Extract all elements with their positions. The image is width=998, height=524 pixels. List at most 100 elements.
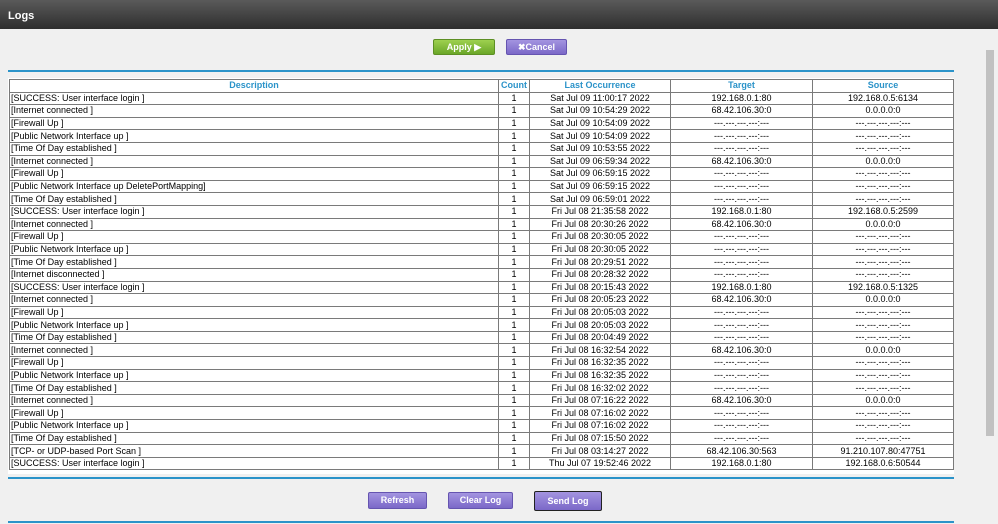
cell-last-occurrence: Fri Jul 08 20:05:03 2022 xyxy=(529,318,671,332)
cell-last-occurrence: Fri Jul 08 20:29:51 2022 xyxy=(529,255,671,269)
table-row: [Time Of Day established ] 1 Fri Jul 08 07… xyxy=(9,431,954,446)
table-row: [Public Network Interface up ] 1 Sat Jul 0… xyxy=(9,129,954,143)
table-row: [Internet disconnected ] 1 Fri Jul 08 20:2… xyxy=(9,267,954,282)
cell-target: 192.168.0.1:80 xyxy=(670,280,813,295)
cell-source: ---.---.---.---:--- xyxy=(812,431,954,446)
cell-source: ---.---.---.---:--- xyxy=(812,330,954,345)
table-row: [TCP- or UDP-based Port Scan ] 1 Fri Jul 0… xyxy=(9,444,954,458)
cell-source: 0.0.0.0:0 xyxy=(812,154,954,169)
cell-target: ---.---.---.---:--- xyxy=(670,356,813,370)
cell-target: 68.42.106.30:563 xyxy=(670,444,813,458)
cell-count: 1 xyxy=(498,381,530,395)
window-title-bar: Logs xyxy=(0,0,998,29)
cell-description: [Internet connected ] xyxy=(9,104,499,118)
table-row: [Public Network Interface up ] 1 Fri Jul 0… xyxy=(9,318,954,332)
cell-source: ---.---.---.---:--- xyxy=(812,305,954,320)
cell-last-occurrence: Fri Jul 08 20:28:32 2022 xyxy=(529,267,671,282)
cell-target: ---.---.---.---:--- xyxy=(670,255,813,269)
column-header-last-occurrence: Last Occurrence xyxy=(529,79,671,93)
cell-source: ---.---.---.---:--- xyxy=(812,179,954,194)
logs-panel: Apply ▶ ✖Cancel Description Count Last O… xyxy=(0,29,998,524)
cell-source: 0.0.0.0:0 xyxy=(812,104,954,118)
cell-last-occurrence: Fri Jul 08 16:32:35 2022 xyxy=(529,368,671,383)
cell-description: [Time Of Day established ] xyxy=(9,431,499,446)
cell-target: ---.---.---.---:--- xyxy=(670,167,813,181)
cell-last-occurrence: Sat Jul 09 06:59:01 2022 xyxy=(529,192,671,206)
cell-last-occurrence: Fri Jul 08 07:16:02 2022 xyxy=(529,419,671,433)
apply-button[interactable]: Apply ▶ xyxy=(433,39,495,55)
cell-count: 1 xyxy=(498,104,530,118)
refresh-button[interactable]: Refresh xyxy=(368,492,427,509)
cell-description: [Public Network Interface up ] xyxy=(9,242,499,257)
cancel-button[interactable]: ✖Cancel xyxy=(506,39,567,55)
cell-target: ---.---.---.---:--- xyxy=(670,179,813,194)
table-row: [Public Network Interface up DeletePortM… xyxy=(9,179,954,194)
cell-target: ---.---.---.---:--- xyxy=(670,330,813,345)
cell-count: 1 xyxy=(498,444,530,458)
cell-source: 0.0.0.0:0 xyxy=(812,293,954,307)
cell-count: 1 xyxy=(498,356,530,370)
cell-source: ---.---.---.---:--- xyxy=(812,141,954,156)
table-row: [Firewall Up ] 1 Fri Jul 08 07:16:02 2022-… xyxy=(9,406,954,421)
cell-description: [Internet connected ] xyxy=(9,343,499,358)
cell-source: 192.168.0.5:1325 xyxy=(812,280,954,295)
cell-count: 1 xyxy=(498,230,530,244)
bottom-toolbar: Refresh Clear Log Send Log xyxy=(0,491,998,512)
table-row: [Firewall Up ] 1 Sat Jul 09 10:54:09 2022-… xyxy=(9,116,954,131)
cell-count: 1 xyxy=(498,242,530,257)
cell-last-occurrence: Fri Jul 08 20:05:23 2022 xyxy=(529,293,671,307)
cell-target: ---.---.---.---:--- xyxy=(670,116,813,131)
cell-source: ---.---.---.---:--- xyxy=(812,419,954,433)
table-header-row: Description Count Last Occurrence Target… xyxy=(9,79,954,93)
cell-target: 192.168.0.1:80 xyxy=(670,456,813,471)
cell-last-occurrence: Thu Jul 07 19:52:46 2022 xyxy=(529,456,671,471)
cell-description: [Time Of Day established ] xyxy=(9,381,499,395)
table-row: [Time Of Day established ] 1 Fri Jul 08 20… xyxy=(9,255,954,269)
cell-target: ---.---.---.---:--- xyxy=(670,368,813,383)
cell-last-occurrence: Sat Jul 09 06:59:15 2022 xyxy=(529,167,671,181)
cell-last-occurrence: Sat Jul 09 10:53:55 2022 xyxy=(529,141,671,156)
cell-source: ---.---.---.---:--- xyxy=(812,230,954,244)
table-row: [Internet connected ] 1 Fri Jul 08 20:30:2… xyxy=(9,217,954,232)
log-table-body: [SUCCESS: User interface login ] 1 Sat Jul… xyxy=(9,91,954,471)
cell-last-occurrence: Fri Jul 08 16:32:02 2022 xyxy=(529,381,671,395)
log-table-frame: Description Count Last Occurrence Target… xyxy=(8,78,954,474)
cell-target: 68.42.106.30:0 xyxy=(670,293,813,307)
cell-last-occurrence: Fri Jul 08 07:16:22 2022 xyxy=(529,393,671,408)
table-row: [Time Of Day established ] 1 Sat Jul 09 06… xyxy=(9,192,954,206)
table-row: [Time Of Day established ] 1 Fri Jul 08 20… xyxy=(9,330,954,345)
table-row: [Time Of Day established ] 1 Sat Jul 09 10… xyxy=(9,141,954,156)
cell-description: [Time Of Day established ] xyxy=(9,192,499,206)
cell-target: ---.---.---.---:--- xyxy=(670,431,813,446)
cell-last-occurrence: Fri Jul 08 21:35:58 2022 xyxy=(529,204,671,219)
cell-last-occurrence: Fri Jul 08 16:32:54 2022 xyxy=(529,343,671,358)
cell-description: [Internet connected ] xyxy=(9,293,499,307)
cell-count: 1 xyxy=(498,419,530,433)
cell-count: 1 xyxy=(498,330,530,345)
cell-target: ---.---.---.---:--- xyxy=(670,192,813,206)
table-row: [Internet connected ] 1 Sat Jul 09 06:59:3… xyxy=(9,154,954,169)
send-log-button[interactable]: Send Log xyxy=(534,491,602,511)
cell-description: [Internet disconnected ] xyxy=(9,267,499,282)
cell-source: ---.---.---.---:--- xyxy=(812,267,954,282)
cell-description: [SUCCESS: User interface login ] xyxy=(9,204,499,219)
clear-log-button[interactable]: Clear Log xyxy=(448,492,513,509)
cell-count: 1 xyxy=(498,368,530,383)
table-row: [Internet connected ] 1 Fri Jul 08 07:16:2… xyxy=(9,393,954,408)
cell-target: ---.---.---.---:--- xyxy=(670,419,813,433)
cell-count: 1 xyxy=(498,456,530,471)
table-row: [Firewall Up ] 1 Fri Jul 08 20:05:03 2022-… xyxy=(9,305,954,320)
page-scrollbar[interactable] xyxy=(984,50,996,438)
cell-count: 1 xyxy=(498,318,530,332)
cell-count: 1 xyxy=(498,204,530,219)
cell-source: ---.---.---.---:--- xyxy=(812,116,954,131)
cell-source: ---.---.---.---:--- xyxy=(812,255,954,269)
cell-count: 1 xyxy=(498,129,530,143)
cell-description: [Firewall Up ] xyxy=(9,406,499,421)
cell-source: ---.---.---.---:--- xyxy=(812,242,954,257)
table-row: [Internet connected ] 1 Fri Jul 08 20:05:2… xyxy=(9,293,954,307)
cell-source: ---.---.---.---:--- xyxy=(812,167,954,181)
cell-target: 68.42.106.30:0 xyxy=(670,154,813,169)
scrollbar-thumb[interactable] xyxy=(986,50,994,436)
table-row: [SUCCESS: User interface login ] 1 Fri Jul… xyxy=(9,204,954,219)
